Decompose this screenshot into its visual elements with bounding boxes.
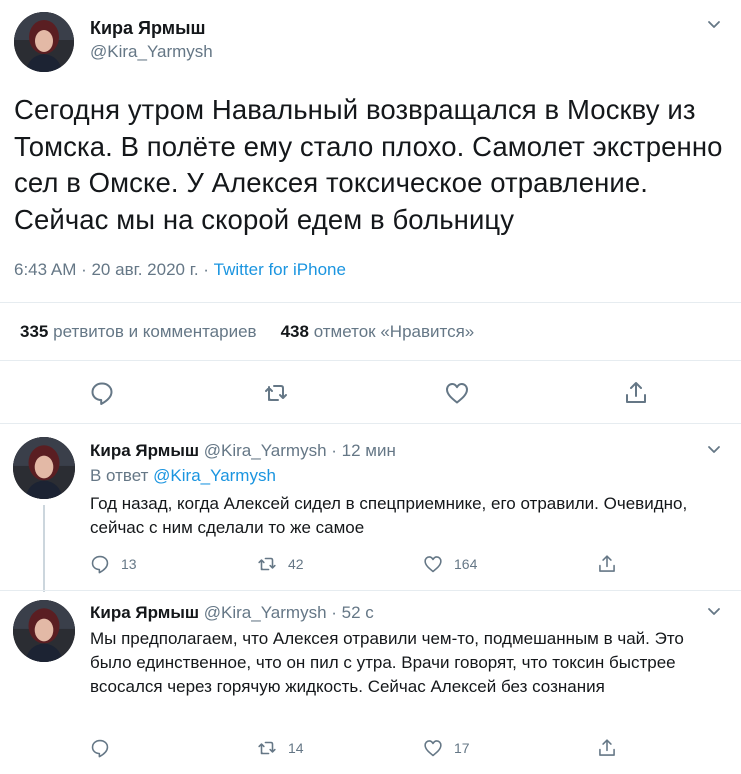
retweets-label: ретвитов и комментариев [53,322,257,341]
divider [0,302,741,303]
reply-header: Кира Ярмыш @Kira_Yarmysh · 12 мин [90,441,396,461]
likes-stat[interactable]: 438 отметок «Нравится» [281,322,475,341]
reply-count: 13 [121,556,137,572]
reply-time[interactable]: · 12 мин [327,441,396,460]
reply-to-handle[interactable]: @Kira_Yarmysh [153,466,276,485]
reply-icon[interactable] [88,379,116,407]
like-action[interactable]: 17 [422,737,470,759]
chevron-down-icon[interactable] [706,16,722,32]
divider [0,423,741,424]
like-action[interactable]: 164 [422,553,477,575]
share-icon[interactable] [622,379,650,407]
tweet-stats: 335 ретвитов и комментариев 438 отметок «… [20,322,474,342]
retweet-icon [258,741,276,755]
retweets-count: 335 [20,322,49,341]
reply-icon [91,555,109,574]
tweet-text: Сегодня утром Навальный возвращался в Мо… [14,94,723,235]
like-count: 17 [454,740,470,756]
avatar[interactable] [13,437,75,499]
likes-count: 438 [280,322,309,341]
retweet-count: 42 [288,556,304,572]
share-icon [599,739,615,756]
reply-to: В ответ @Kira_Yarmysh [90,466,276,486]
retweets-stat[interactable]: 335 ретвитов и комментариев [20,322,257,341]
share-action[interactable] [596,737,618,759]
share-action[interactable] [596,553,618,575]
reply-time[interactable]: · 52 с [327,603,374,622]
retweet-action[interactable]: 14 [256,737,304,759]
reply-action[interactable] [89,737,111,759]
author-handle[interactable]: @Kira_Yarmysh [90,42,213,62]
chevron-down-icon[interactable] [706,441,722,457]
reply-action[interactable]: 13 [89,553,137,575]
like-icon [424,740,442,757]
tweet-timestamp: 6:43 AM · 20 авг. 2020 г. · Twitter for … [14,260,346,280]
author-name[interactable]: Кира Ярмыш [90,18,205,39]
reply-text: Мы предполагаем, что Алексея отравили че… [90,629,684,696]
retweet-action[interactable]: 42 [256,553,304,575]
reply-header: Кира Ярмыш @Kira_Yarmysh · 52 с [90,603,374,623]
author-name[interactable]: Кира Ярмыш [90,441,199,460]
thread-line [43,505,45,592]
author-name[interactable]: Кира Ярмыш [90,603,199,622]
like-icon[interactable] [443,379,471,407]
retweet-icon [258,557,276,571]
reply-to-label: В ответ [90,466,154,485]
divider [0,360,741,361]
avatar[interactable] [14,12,74,72]
reply-text: Год назад, когда Алексей сидел в спецпри… [90,494,688,537]
likes-label: отметок «Нравится» [313,322,475,341]
reply-icon [91,739,109,758]
retweet-icon[interactable] [262,379,290,407]
like-count: 164 [454,556,478,572]
chevron-down-icon[interactable] [706,603,722,619]
tweet-time[interactable]: 6:43 AM · 20 авг. 2020 г. · [14,260,214,279]
author-handle[interactable]: @Kira_Yarmysh [204,603,327,622]
tweet-source[interactable]: Twitter for iPhone [214,260,346,279]
retweet-count: 14 [288,740,304,756]
share-icon [599,555,615,572]
like-icon [424,556,442,573]
divider [0,590,741,591]
author-handle[interactable]: @Kira_Yarmysh [204,441,327,460]
avatar[interactable] [13,600,75,662]
